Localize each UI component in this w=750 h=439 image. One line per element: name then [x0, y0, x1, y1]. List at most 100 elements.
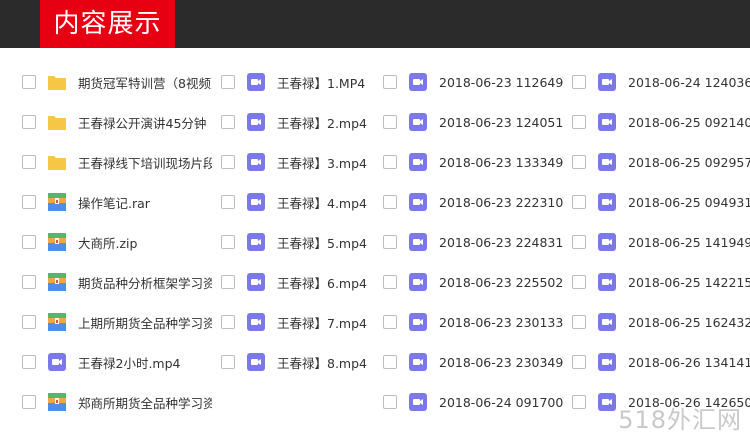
select-checkbox[interactable]: [22, 115, 36, 129]
select-checkbox[interactable]: [572, 75, 586, 89]
file-name[interactable]: 王春禄2小时.mp4: [78, 353, 181, 372]
file-item[interactable]: 2018-06-24 091700.mp4: [383, 382, 563, 422]
select-checkbox[interactable]: [22, 275, 36, 289]
file-item[interactable]: 上期所期货全品种学习资料: [22, 302, 212, 342]
select-checkbox[interactable]: [22, 155, 36, 169]
select-checkbox[interactable]: [221, 75, 235, 89]
select-checkbox[interactable]: [22, 395, 36, 409]
select-checkbox[interactable]: [221, 235, 235, 249]
file-item[interactable]: 王春禄线下培训现场片段视频: [22, 142, 212, 182]
file-item[interactable]: 2018-06-25 094931.mp4: [572, 182, 750, 222]
file-name[interactable]: 2018-06-23 112649.mp4: [439, 75, 563, 90]
file-item[interactable]: 王春禄】6.mp4: [221, 262, 371, 302]
file-item[interactable]: 2018-06-23 112649.mp4: [383, 62, 563, 102]
file-name[interactable]: 王春禄】4.mp4: [277, 193, 367, 212]
file-name[interactable]: 2018-06-23 133349.mp4: [439, 155, 563, 170]
select-checkbox[interactable]: [383, 195, 397, 209]
file-name[interactable]: 王春禄】1.MP4: [277, 73, 365, 92]
select-checkbox[interactable]: [383, 315, 397, 329]
select-checkbox[interactable]: [383, 115, 397, 129]
file-name[interactable]: 王春禄线下培训现场片段视频: [78, 153, 212, 172]
select-checkbox[interactable]: [572, 115, 586, 129]
file-name[interactable]: 2018-06-25 094931.mp4: [628, 195, 750, 210]
file-item[interactable]: 王春禄】5.mp4: [221, 222, 371, 262]
file-item[interactable]: 王春禄2小时.mp4: [22, 342, 212, 382]
select-checkbox[interactable]: [383, 235, 397, 249]
select-checkbox[interactable]: [572, 275, 586, 289]
file-name[interactable]: 2018-06-23 124051.mp4: [439, 115, 563, 130]
select-checkbox[interactable]: [22, 355, 36, 369]
select-checkbox[interactable]: [22, 235, 36, 249]
file-item[interactable]: 王春禄公开演讲45分钟: [22, 102, 212, 142]
file-item[interactable]: 王春禄】7.mp4: [221, 302, 371, 342]
file-item[interactable]: 2018-06-23 124051.mp4: [383, 102, 563, 142]
file-name[interactable]: 王春禄公开演讲45分钟: [78, 113, 206, 132]
file-name[interactable]: 2018-06-23 230133.mp4: [439, 315, 563, 330]
file-item[interactable]: 王春禄】4.mp4: [221, 182, 371, 222]
select-checkbox[interactable]: [221, 275, 235, 289]
file-name[interactable]: 2018-06-23 224831.mp4: [439, 235, 563, 250]
file-name[interactable]: 王春禄】5.mp4: [277, 233, 367, 252]
file-item[interactable]: 王春禄】1.MP4: [221, 62, 371, 102]
select-checkbox[interactable]: [22, 75, 36, 89]
file-item[interactable]: 2018-06-23 222310.mp4: [383, 182, 563, 222]
file-name[interactable]: 王春禄】7.mp4: [277, 313, 367, 332]
select-checkbox[interactable]: [221, 155, 235, 169]
file-name[interactable]: 2018-06-24 124036.mp4: [628, 75, 750, 90]
file-item[interactable]: 2018-06-23 230133.mp4: [383, 302, 563, 342]
file-name[interactable]: 2018-06-25 142215.mp4: [628, 275, 750, 290]
file-name[interactable]: 2018-06-23 225502.mp4: [439, 275, 563, 290]
select-checkbox[interactable]: [572, 395, 586, 409]
file-name[interactable]: 大商所.zip: [78, 233, 137, 252]
select-checkbox[interactable]: [572, 355, 586, 369]
select-checkbox[interactable]: [221, 355, 235, 369]
file-name[interactable]: 期货品种分析框架学习资料: [78, 273, 212, 292]
file-item[interactable]: 2018-06-25 092140.mp4: [572, 102, 750, 142]
select-checkbox[interactable]: [22, 195, 36, 209]
file-name[interactable]: 操作笔记.rar: [78, 193, 150, 212]
file-item[interactable]: 期货品种分析框架学习资料: [22, 262, 212, 302]
file-name[interactable]: 2018-06-23 230349.mp4: [439, 355, 563, 370]
select-checkbox[interactable]: [383, 75, 397, 89]
file-name[interactable]: 2018-06-23 222310.mp4: [439, 195, 563, 210]
file-item[interactable]: 2018-06-25 092957.mp4: [572, 142, 750, 182]
file-name[interactable]: 上期所期货全品种学习资料: [78, 313, 212, 332]
file-item[interactable]: 2018-06-23 230349.mp4: [383, 342, 563, 382]
file-item[interactable]: 大商所.zip: [22, 222, 212, 262]
select-checkbox[interactable]: [22, 315, 36, 329]
file-name[interactable]: 2018-06-25 162432.mp4: [628, 315, 750, 330]
select-checkbox[interactable]: [383, 275, 397, 289]
file-item[interactable]: 2018-06-23 224831.mp4: [383, 222, 563, 262]
file-name[interactable]: 郑商所期货全品种学习资料基础版+.zip: [78, 393, 212, 412]
file-item[interactable]: 王春禄】3.mp4: [221, 142, 371, 182]
file-item[interactable]: 2018-06-23 225502.mp4: [383, 262, 563, 302]
file-item[interactable]: 2018-06-26 134141.mp4: [572, 342, 750, 382]
file-item[interactable]: 郑商所期货全品种学习资料基础版+.zip: [22, 382, 212, 422]
file-item[interactable]: 2018-06-24 124036.mp4: [572, 62, 750, 102]
file-name[interactable]: 期货冠军特训营（8视频）: [78, 73, 212, 92]
select-checkbox[interactable]: [221, 115, 235, 129]
select-checkbox[interactable]: [572, 235, 586, 249]
file-item[interactable]: 2018-06-25 141949.mp4: [572, 222, 750, 262]
select-checkbox[interactable]: [383, 155, 397, 169]
file-name[interactable]: 王春禄】6.mp4: [277, 273, 367, 292]
file-item[interactable]: 王春禄】8.mp4: [221, 342, 371, 382]
select-checkbox[interactable]: [572, 155, 586, 169]
select-checkbox[interactable]: [572, 195, 586, 209]
select-checkbox[interactable]: [221, 315, 235, 329]
file-item[interactable]: 2018-06-25 142215.mp4: [572, 262, 750, 302]
select-checkbox[interactable]: [572, 315, 586, 329]
select-checkbox[interactable]: [383, 355, 397, 369]
file-name[interactable]: 2018-06-26 134141.mp4: [628, 355, 750, 370]
file-name[interactable]: 王春禄】2.mp4: [277, 113, 367, 132]
file-name[interactable]: 2018-06-25 092140.mp4: [628, 115, 750, 130]
select-checkbox[interactable]: [383, 395, 397, 409]
file-item[interactable]: 期货冠军特训营（8视频）: [22, 62, 212, 102]
file-item[interactable]: 2018-06-23 133349.mp4: [383, 142, 563, 182]
file-name[interactable]: 王春禄】8.mp4: [277, 353, 367, 372]
file-name[interactable]: 王春禄】3.mp4: [277, 153, 367, 172]
file-name[interactable]: 2018-06-25 092957.mp4: [628, 155, 750, 170]
file-item[interactable]: 2018-06-25 162432.mp4: [572, 302, 750, 342]
select-checkbox[interactable]: [221, 195, 235, 209]
file-item[interactable]: 操作笔记.rar: [22, 182, 212, 222]
